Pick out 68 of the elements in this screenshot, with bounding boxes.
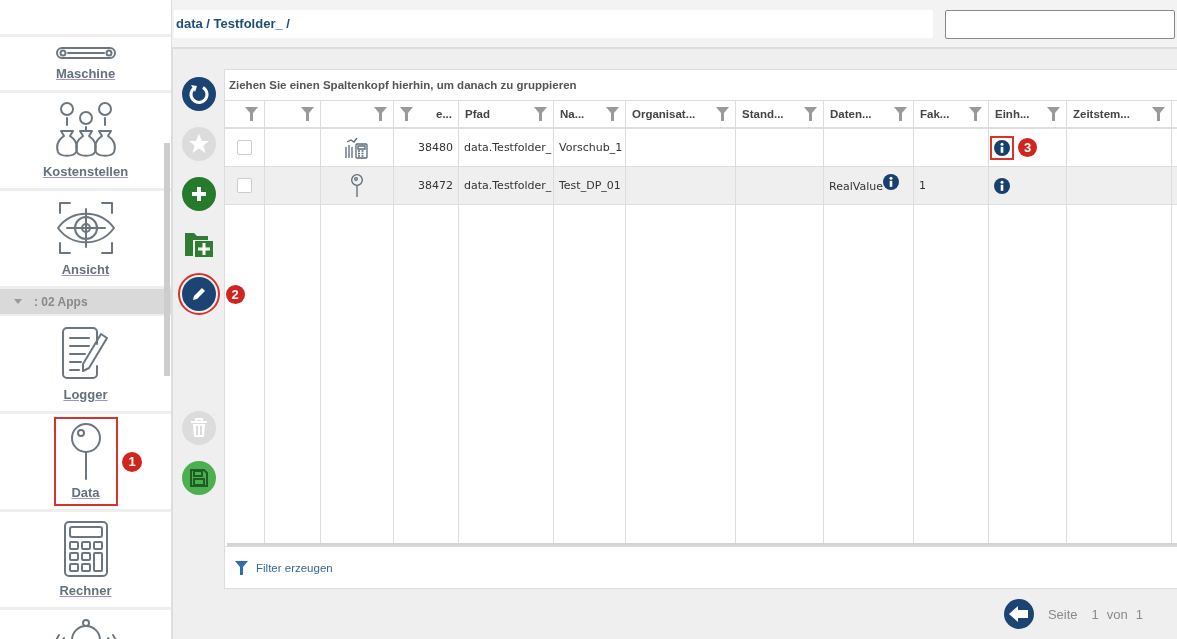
table-cell: 38480 xyxy=(418,141,453,154)
table-cell: 1 xyxy=(919,179,926,192)
info-icon[interactable] xyxy=(994,177,1010,194)
money-bags-icon xyxy=(54,101,117,159)
refresh-icon xyxy=(187,83,210,105)
search-field[interactable] xyxy=(945,10,1175,39)
checkbox[interactable] xyxy=(237,140,252,155)
filter-icon[interactable] xyxy=(245,107,258,121)
callout-badge: 3 xyxy=(1018,138,1037,157)
sidebar-item[interactable]: Data xyxy=(53,417,118,506)
filter-icon[interactable] xyxy=(534,107,547,121)
filter-icon[interactable] xyxy=(716,107,729,121)
caret-icon[interactable] xyxy=(14,299,22,304)
column-header[interactable]: Na... xyxy=(560,108,585,120)
sidebar-item[interactable]: Maschine xyxy=(41,40,130,87)
column-header[interactable]: Fak... xyxy=(920,108,950,120)
sidebar-item[interactable]: Ansicht xyxy=(42,194,129,283)
info-icon[interactable] xyxy=(882,174,899,190)
filter-icon xyxy=(235,560,248,575)
star-icon xyxy=(187,133,210,155)
column-header[interactable]: Organisat... xyxy=(632,108,696,120)
refresh-button[interactable] xyxy=(181,77,216,111)
sidebar-item[interactable]: Logger xyxy=(44,319,127,408)
sidebar-item[interactable]: Kostenstellen xyxy=(30,96,141,185)
table-cell: RealValue xyxy=(829,180,883,193)
table-cell: Test_DP_01 xyxy=(559,179,621,192)
column-header[interactable]: Einh... xyxy=(995,108,1030,120)
table-cell: Vorschub_1 xyxy=(559,141,623,154)
page-total: 1 xyxy=(1135,606,1143,622)
sidebar-item[interactable]: Rechner xyxy=(47,515,124,604)
table-cell: 38472 xyxy=(418,179,453,192)
table-cell: data.Testfolder_ xyxy=(464,141,552,154)
breadcrumb: data / Testfolder_ / xyxy=(176,16,290,31)
filter-icon[interactable] xyxy=(400,107,413,121)
add-button[interactable] xyxy=(181,177,216,211)
group-hint: Ziehen Sie einen Spaltenkopf hierhin, um danach zu gruppieren xyxy=(229,79,577,91)
column-header[interactable]: e... xyxy=(436,108,452,120)
chart-calculator-icon xyxy=(345,136,369,159)
table-cell: data.Testfolder_ xyxy=(464,179,552,192)
page-label: Seite xyxy=(1047,606,1078,622)
callout-badge: 1 xyxy=(122,452,142,472)
folder-plus-icon xyxy=(183,230,214,258)
back-button[interactable] xyxy=(1003,599,1034,629)
save-button[interactable] xyxy=(181,461,216,495)
page-number: 1 xyxy=(1091,606,1099,622)
column-header[interactable]: Zeitstem... xyxy=(1073,108,1130,120)
checkbox[interactable] xyxy=(237,178,252,193)
plus-icon xyxy=(189,185,208,203)
trash-icon xyxy=(189,418,208,438)
filter-link[interactable]: Filter erzeugen xyxy=(235,560,333,575)
filter-icon[interactable] xyxy=(301,107,314,121)
filter-icon[interactable] xyxy=(1152,107,1165,121)
filter-icon[interactable] xyxy=(894,107,907,121)
edit-button[interactable] xyxy=(181,277,216,311)
scrollbar-thumb[interactable] xyxy=(164,143,170,376)
filter-icon[interactable] xyxy=(969,107,982,121)
eye-icon xyxy=(54,199,117,257)
filter-icon[interactable] xyxy=(374,107,387,121)
page-of-label: von xyxy=(1106,606,1128,622)
filter-icon[interactable] xyxy=(606,107,619,121)
arrow-left-icon xyxy=(1008,606,1029,622)
filter-icon[interactable] xyxy=(804,107,817,121)
column-header[interactable]: Stand... xyxy=(742,108,784,120)
filter-icon[interactable] xyxy=(1047,107,1060,121)
pin-icon xyxy=(350,173,364,198)
column-header[interactable]: Pfad xyxy=(465,108,490,120)
conveyor-icon xyxy=(53,45,118,61)
column-header[interactable]: Daten... xyxy=(830,108,872,120)
